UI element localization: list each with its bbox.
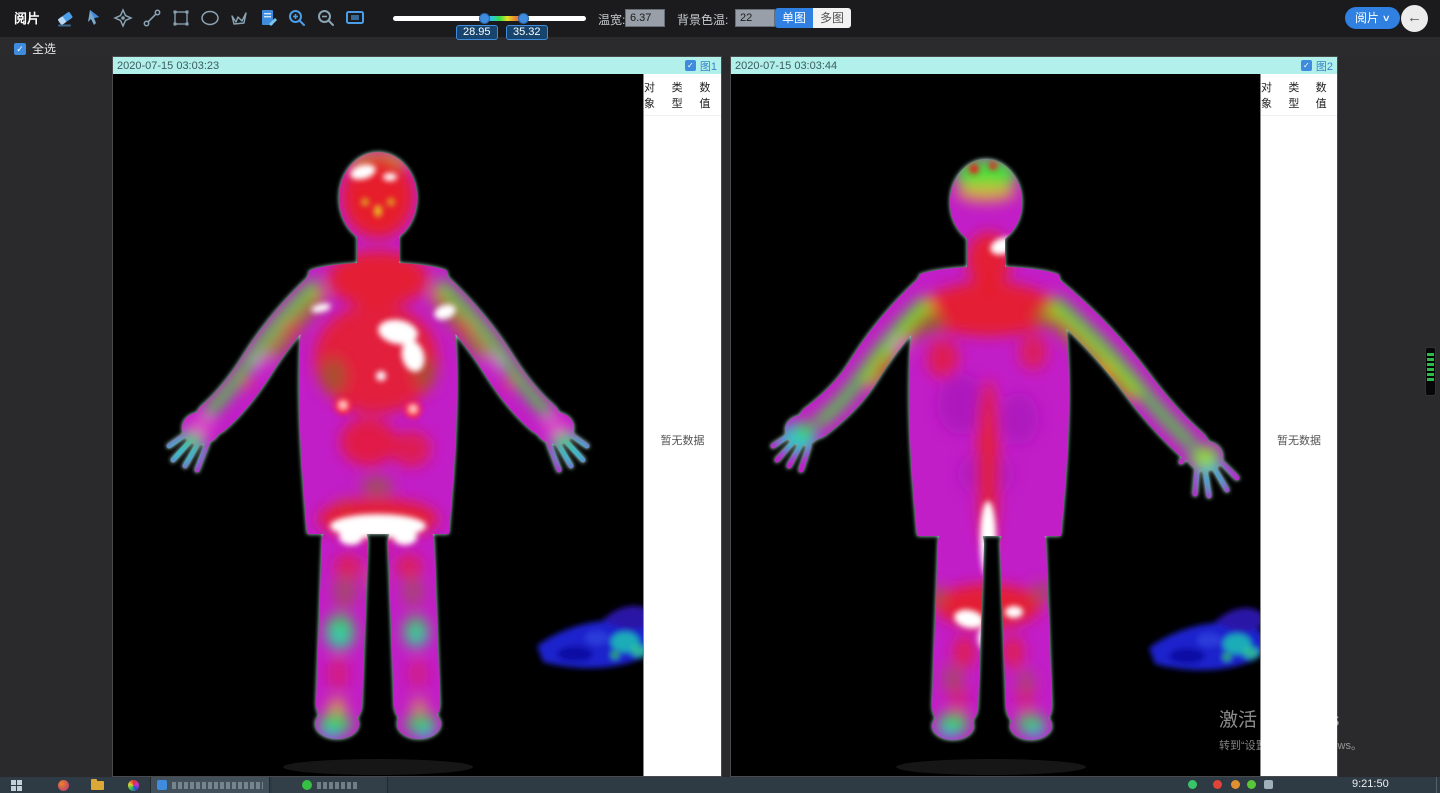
- col-type: 类型: [1288, 79, 1309, 111]
- rect-roi-icon[interactable]: [170, 7, 192, 29]
- point-marker-icon[interactable]: [112, 7, 134, 29]
- slider-handle-high[interactable]: [518, 13, 529, 24]
- multi-view-button[interactable]: 多图: [813, 8, 851, 28]
- panel-1-label: 图1: [700, 58, 717, 74]
- slider-high-value: 35.32: [506, 25, 548, 40]
- taskbar-clock[interactable]: 9:21:50: [1352, 778, 1389, 790]
- panel-2-checkbox[interactable]: ✓: [1301, 60, 1312, 71]
- tray-orange-icon[interactable]: [1231, 780, 1240, 789]
- top-toolbar: 阅片 28.95: [0, 0, 1440, 37]
- temp-width-input[interactable]: [625, 9, 665, 27]
- line-measure-icon[interactable]: [141, 7, 163, 29]
- tray-red-icon[interactable]: [1213, 780, 1222, 789]
- col-object: 对象: [1261, 79, 1282, 111]
- taskbar: 9:21:50: [0, 777, 1440, 793]
- image-panel-2: 2020-07-15 03:03:44 ✓ 图2: [730, 56, 1338, 777]
- col-value: 数值: [1316, 79, 1337, 111]
- tray-misc-icon[interactable]: [1264, 780, 1273, 789]
- show-desktop-button[interactable]: [1436, 777, 1440, 793]
- eraser-icon[interactable]: [54, 7, 76, 29]
- fit-screen-icon[interactable]: [344, 7, 366, 29]
- chevron-down-icon: ∨: [1382, 7, 1391, 29]
- review-dropdown-button[interactable]: 阅片 ∨: [1345, 7, 1400, 29]
- panel-2-header: 2020-07-15 03:03:44 ✓ 图2: [731, 57, 1337, 74]
- single-view-button[interactable]: 单图: [775, 8, 813, 28]
- app-title: 阅片: [14, 0, 40, 37]
- tool-icon-row: [54, 7, 366, 29]
- temp-width-label: 温宽:: [598, 11, 625, 28]
- folder-icon[interactable]: [82, 777, 112, 793]
- slider-low-value: 28.95: [456, 25, 498, 40]
- slider-value-labels: 28.95 35.32: [393, 25, 586, 41]
- media-app-icon[interactable]: [118, 777, 148, 793]
- select-all-checkbox[interactable]: ✓: [14, 43, 26, 55]
- col-value: 数值: [699, 79, 721, 111]
- thermal-image-2[interactable]: [731, 74, 1260, 776]
- slider-handle-low[interactable]: [479, 13, 490, 24]
- bg-temp-input[interactable]: [735, 9, 775, 27]
- cursor-select-icon[interactable]: [83, 7, 105, 29]
- thermal-app-icon: [157, 780, 167, 790]
- report-icon[interactable]: [257, 7, 279, 29]
- select-all-label: 全选: [32, 40, 56, 57]
- battery-indicator: [1425, 347, 1436, 396]
- panel-2-data-panel: 对象 类型 数值 暂无数据: [1260, 74, 1337, 776]
- thermal-body-front: [113, 74, 643, 776]
- image-panel-1: 2020-07-15 03:03:23 ✓ 图1: [112, 56, 722, 777]
- start-button-icon[interactable]: [4, 777, 28, 793]
- taskbar-thermal-app[interactable]: [150, 777, 270, 793]
- ellipse-roi-icon[interactable]: [199, 7, 221, 29]
- review-dropdown-label: 阅片: [1355, 7, 1379, 29]
- panel-2-label: 图2: [1316, 58, 1333, 74]
- thermal-image-1[interactable]: [113, 74, 643, 776]
- panel-1-header: 2020-07-15 03:03:23 ✓ 图1: [113, 57, 721, 74]
- temperature-range-slider: [393, 13, 586, 25]
- tray-green-icon[interactable]: [1188, 780, 1197, 789]
- zoom-in-icon[interactable]: [286, 7, 308, 29]
- tray-green2-icon[interactable]: [1247, 780, 1256, 789]
- panel-1-timestamp: 2020-07-15 03:03:23: [117, 60, 219, 72]
- panel-2-empty-text: 暂无数据: [1261, 432, 1337, 448]
- chat-app-icon: [302, 780, 312, 790]
- taskbar-chat-app[interactable]: [272, 777, 388, 793]
- browser-icon[interactable]: [48, 777, 78, 793]
- panel-2-timestamp: 2020-07-15 03:03:44: [735, 60, 837, 72]
- view-mode-toggle: 单图 多图: [775, 8, 851, 28]
- panel-1-data-panel: 对象 类型 数值 暂无数据: [643, 74, 721, 776]
- col-object: 对象: [644, 79, 666, 111]
- polygon-roi-icon[interactable]: [228, 7, 250, 29]
- bg-temp-label: 背景色温:: [677, 11, 728, 28]
- col-type: 类型: [672, 79, 694, 111]
- panel-1-empty-text: 暂无数据: [644, 432, 721, 448]
- panel-1-checkbox[interactable]: ✓: [685, 60, 696, 71]
- zoom-out-icon[interactable]: [315, 7, 337, 29]
- back-button[interactable]: ←: [1401, 5, 1428, 32]
- filter-bar: ✓ 全选: [0, 37, 1440, 55]
- thermal-body-back: [731, 74, 1260, 776]
